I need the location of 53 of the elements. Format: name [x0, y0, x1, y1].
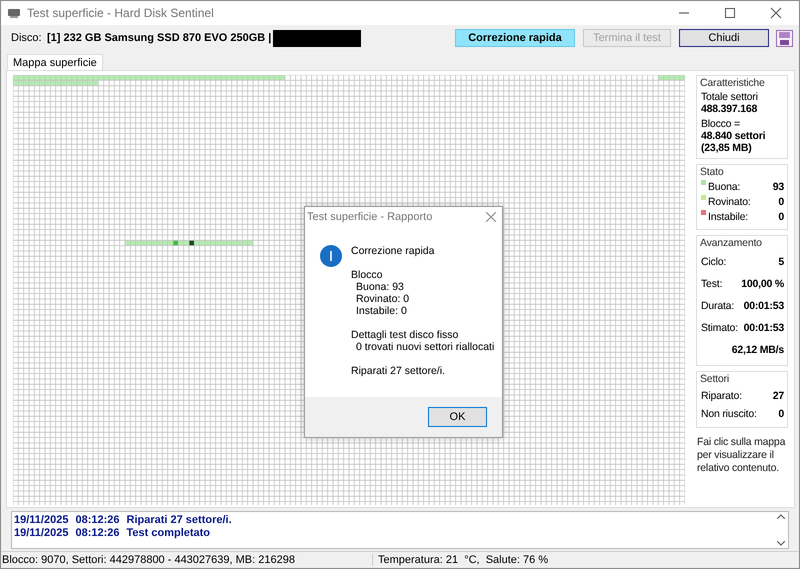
- progress-label: Durata:: [701, 299, 734, 314]
- ok-button[interactable]: OK: [428, 407, 487, 427]
- sectors-label: Riparato:: [701, 389, 742, 404]
- toolbar-button[interactable]: Correzione rapida: [455, 29, 575, 47]
- report-heading: Dettagli test disco fisso: [351, 329, 460, 341]
- report-line: Buona: 93: [355, 281, 405, 293]
- report-line: Instabile: 0: [355, 305, 408, 317]
- block-size: (23,85 MB): [701, 142, 753, 154]
- log-time: 08:12:26: [75, 527, 120, 540]
- toolbar-button[interactable]: Chiudi: [679, 29, 769, 47]
- status-value: 0: [778, 210, 784, 225]
- sectors-label: Non riuscito:: [701, 407, 757, 422]
- progress-label: Ciclo:: [701, 255, 726, 270]
- progress-label: Stimato:: [701, 321, 738, 336]
- temperature-info: Temperatura: 21 °C, Salute: 76 %: [377, 554, 548, 566]
- speed-value: 62,12 MB/s: [732, 343, 784, 358]
- sectors-value: 0: [778, 407, 784, 422]
- log-date: 19/11/2025: [14, 514, 68, 527]
- disk-name: [1] 232 GB Samsung SSD 870 EVO 250GB |: [47, 32, 272, 44]
- status-value: 0: [778, 195, 784, 210]
- total-sectors-label: Totale settori: [701, 91, 759, 103]
- report-heading: Blocco: [351, 269, 384, 281]
- log-date: 19/11/2025: [14, 527, 68, 540]
- group-title: Stato: [700, 166, 725, 178]
- status-value: 93: [772, 180, 784, 195]
- progress-value: 00:01:53: [744, 321, 784, 336]
- log-message: Riparati 27 settore/i.: [126, 514, 232, 527]
- group-title: Avanzamento: [700, 237, 763, 249]
- dialog-heading: Correzione rapida: [351, 245, 436, 257]
- group-title: Caratteristiche: [700, 77, 766, 89]
- progress-value: 00:01:53: [744, 299, 784, 314]
- hint-text: Fai clic sulla mappa per visualizzare il relativo contenuto.: [696, 436, 786, 475]
- log-time: 08:12:26: [75, 514, 120, 527]
- disk-label: Disco:: [11, 32, 43, 44]
- dialog-title: Test superficie - Rapporto: [307, 211, 432, 223]
- window-title: Test superficie - Hard Disk Sentinel: [27, 6, 215, 20]
- progress-label: Test:: [701, 277, 722, 292]
- status-label: Rovinato:: [708, 195, 752, 210]
- status-label: Instabile:: [708, 210, 750, 225]
- report-line: 0 trovati nuovi settori riallocati: [355, 341, 494, 353]
- block-sectors: 48.840 settori: [701, 130, 766, 142]
- total-sectors-value: 488.397.168: [701, 103, 758, 115]
- tab[interactable]: Mappa superficie: [7, 54, 103, 70]
- sectors-value: 27: [772, 389, 784, 404]
- progress-value: 100,00 %: [741, 277, 784, 292]
- progress-value: 5: [778, 255, 784, 270]
- group-title: Settori: [700, 373, 730, 385]
- log-message: Test completato: [126, 527, 210, 540]
- block-info: Blocco: 9070, Settori: 442978800 - 443027639, MB: 216298: [1, 554, 373, 566]
- status-label: Buona:: [708, 180, 742, 195]
- report-line: Rovinato: 0: [355, 293, 410, 305]
- block-label: Blocco =: [701, 118, 741, 130]
- report-heading: Riparati 27 settore/i.: [351, 365, 446, 377]
